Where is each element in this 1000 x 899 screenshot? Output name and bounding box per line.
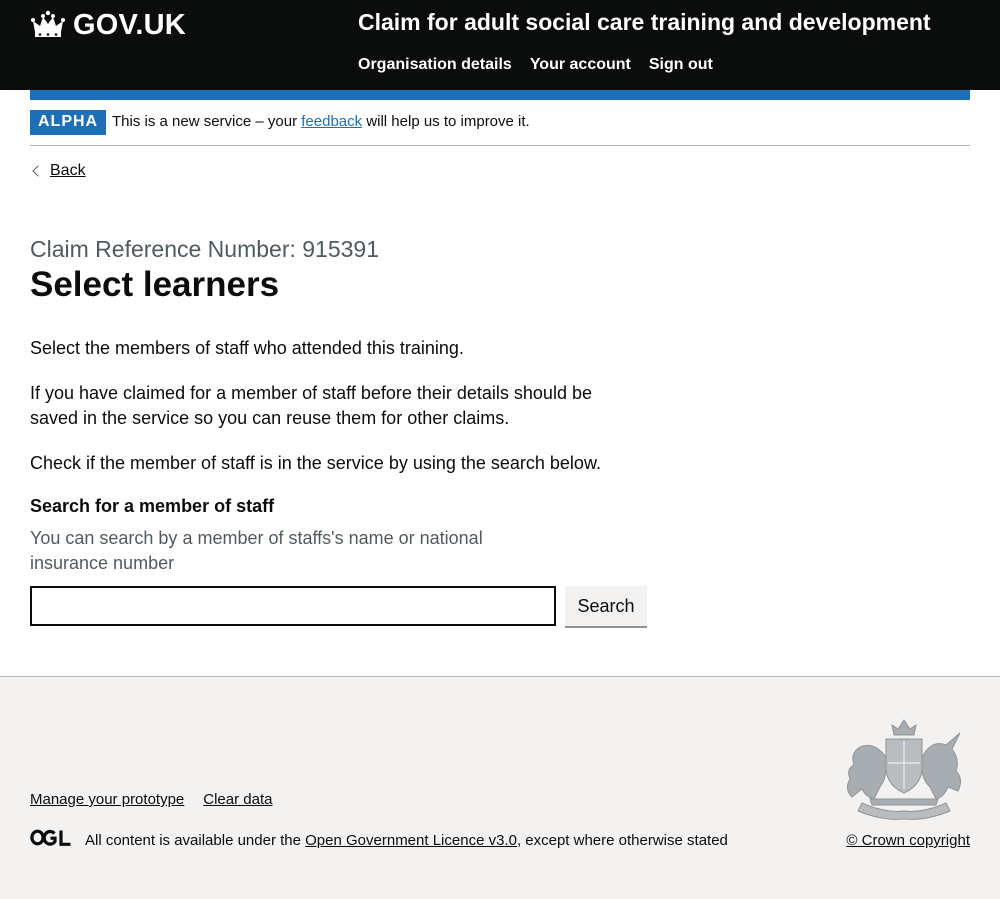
govuk-logo-link[interactable]: GOV.UK	[30, 8, 186, 42]
search-label: Search for a member of staff	[30, 496, 275, 516]
feedback-link[interactable]: feedback	[301, 113, 362, 130]
royal-coat-of-arms-icon	[846, 719, 962, 820]
crown-icon	[31, 10, 65, 37]
footer-links: Manage your prototype Clear data	[30, 791, 272, 808]
claim-reference-caption: Claim Reference Number: 915391	[30, 236, 380, 262]
chevron-left-icon	[32, 165, 44, 177]
search-button[interactable]: Search	[565, 586, 647, 626]
licence-text-after: , except where otherwise stated	[516, 832, 728, 849]
phase-banner: ALPHA This is a new service – your feedb…	[30, 110, 970, 146]
back-link-container: Back	[30, 162, 86, 180]
site-footer: Manage your prototype Clear data All con…	[0, 676, 1000, 899]
site-header: GOV.UK Claim for adult social care train…	[0, 0, 1000, 90]
licence-text-before: All content is available under the	[85, 832, 306, 849]
phase-text-before: This is a new service – your	[112, 113, 302, 130]
ogl-logo-icon	[30, 829, 71, 846]
phase-text-after: will help us to improve it.	[362, 113, 530, 130]
ogl-licence-link[interactable]: Open Government Licence v3.0	[305, 832, 517, 849]
nav-organisation-details[interactable]: Organisation details	[358, 56, 512, 73]
nav-sign-out[interactable]: Sign out	[649, 56, 713, 73]
crown-copyright-link[interactable]: © Crown copyright	[846, 832, 970, 849]
phase-tag: ALPHA	[30, 110, 107, 135]
check-paragraph: Check if the member of staff is in the s…	[30, 453, 601, 473]
logo-text: GOV.UK	[73, 8, 186, 41]
page-title: Select learners	[30, 265, 280, 304]
crown-copyright: © Crown copyright	[846, 832, 970, 849]
header-navigation: Organisation details Your account Sign o…	[358, 56, 713, 74]
search-hint: You can search by a member of staffs's n…	[30, 528, 483, 573]
nav-your-account[interactable]: Your account	[530, 56, 631, 73]
search-input[interactable]	[30, 586, 556, 626]
back-link[interactable]: Back	[50, 162, 86, 180]
service-name-link[interactable]: Claim for adult social care training and…	[358, 9, 931, 36]
header-blue-bar	[30, 90, 970, 100]
intro-paragraph: Select the members of staff who attended…	[30, 338, 464, 358]
reuse-paragraph: If you have claimed for a member of staf…	[30, 383, 592, 428]
manage-prototype-link[interactable]: Manage your prototype	[30, 791, 184, 808]
licence-text: All content is available under the Open …	[85, 832, 728, 849]
clear-data-link[interactable]: Clear data	[203, 791, 272, 808]
phase-banner-text: This is a new service – your feedback wi…	[112, 113, 530, 130]
